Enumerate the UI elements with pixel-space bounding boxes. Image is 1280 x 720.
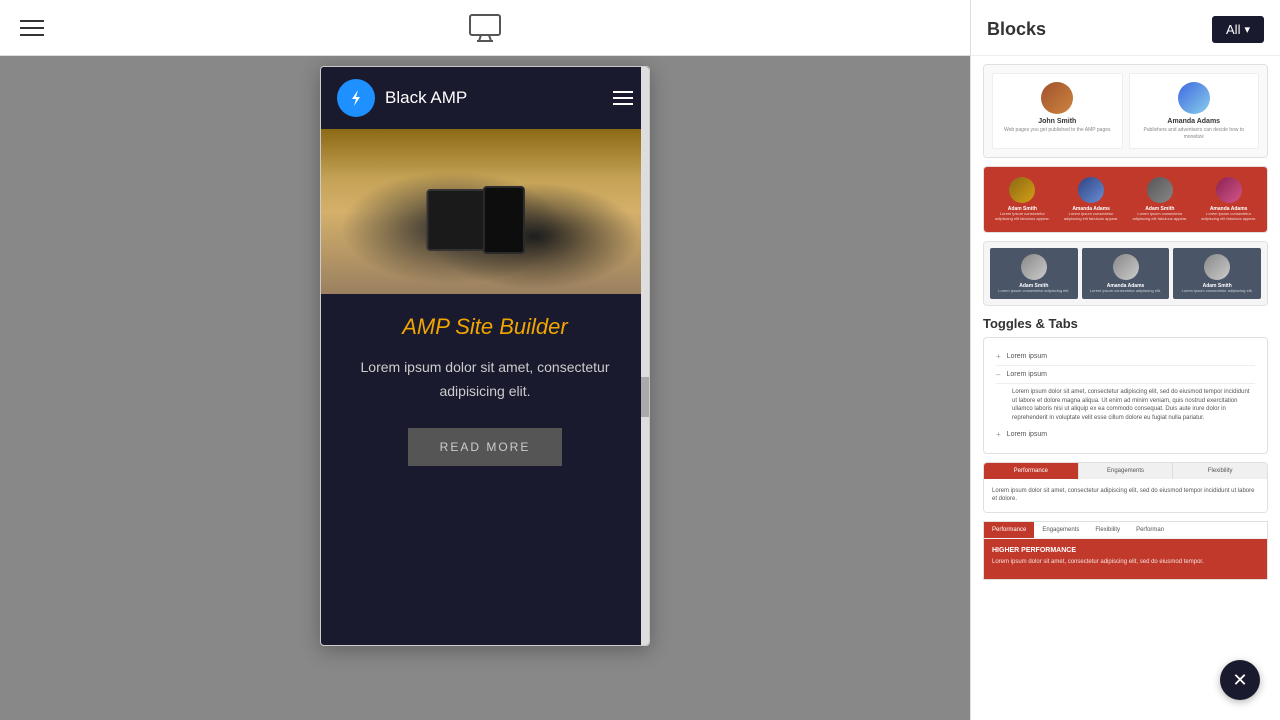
orange-desc-2: Lorem ipsum consectetur adipiscing elit … — [1061, 212, 1122, 222]
close-button[interactable]: ✕ — [1220, 660, 1260, 700]
tab-flexibility[interactable]: Flexibility — [1173, 463, 1267, 479]
toggle-expand-icon-1: + — [996, 352, 1001, 361]
canvas-area: Black AMP AMP Site Builder Lor — [0, 56, 970, 720]
team-orange-4: Amanda Adams Lorem ipsum consectetur adi… — [1196, 173, 1261, 226]
red-tabs-title: HIGHER PERFORMANCE — [992, 547, 1259, 554]
phone-scrollbar-thumb — [641, 377, 649, 417]
toggle-text-1: Lorem ipsum — [1007, 353, 1047, 360]
sidebar-header: Blocks All — [971, 0, 1280, 56]
team-orange-3: Adam Smith Lorem ipsum consectetur adipi… — [1128, 173, 1193, 226]
tab-engagements[interactable]: Engagements — [1079, 463, 1174, 479]
tabs-row: Performance Engagements Flexibility — [984, 463, 1267, 479]
toggle-text-3: Lorem ipsum — [1007, 431, 1047, 438]
red-tab-engagements[interactable]: Engagements — [1034, 522, 1087, 538]
dark-desc-1: Lorem ipsum consectetur adipiscing elit. — [994, 289, 1074, 294]
phone-scrollbar[interactable] — [641, 67, 649, 645]
team-4col-inner: Adam Smith Lorem ipsum consectetur adipi… — [984, 167, 1267, 232]
sidebar: Blocks All John Smith Web pages you get … — [970, 0, 1280, 720]
orange-desc-1: Lorem ipsum consectetur adipiscing elit … — [992, 212, 1053, 222]
team-member-2: Amanda Adams Publishers and advertisers … — [1129, 73, 1260, 149]
toggle-accordion-block[interactable]: + Lorem ipsum – Lorem ipsum Lorem ipsum … — [983, 337, 1268, 454]
toggle-row-3: + Lorem ipsum — [996, 426, 1255, 443]
phone-navbar: Black AMP — [321, 67, 649, 129]
orange-desc-4: Lorem ipsum consectetur adipiscing elit … — [1198, 212, 1259, 222]
team-dark-2: Amanda Adams Lorem ipsum consectetur adi… — [1082, 248, 1170, 300]
toggle-text-2: Lorem ipsum — [1006, 371, 1046, 378]
toggle-expanded-content: Lorem ipsum dolor sit amet, consectetur … — [996, 384, 1255, 426]
tabs-block[interactable]: Performance Engagements Flexibility Lore… — [983, 462, 1268, 513]
dark-avatar-1 — [1021, 254, 1047, 280]
team-2col-inner: John Smith Web pages you get published t… — [984, 65, 1267, 157]
logo-icon — [337, 79, 375, 117]
phone-logo-group: Black AMP — [337, 79, 467, 117]
team-dark-1: Adam Smith Lorem ipsum consectetur adipi… — [990, 248, 1078, 300]
phone-hero-bg — [321, 129, 649, 294]
phone-preview-container: Black AMP AMP Site Builder Lor — [320, 66, 650, 646]
member-name-2: Amanda Adams — [1136, 118, 1253, 125]
red-tab-performance[interactable]: Performance — [984, 522, 1034, 538]
phone-body-text: Lorem ipsum dolor sit amet, consectetur … — [337, 356, 633, 404]
phone-hero-image — [321, 129, 649, 294]
member-avatar-2 — [1178, 82, 1210, 114]
toggle-row-1: + Lorem ipsum — [996, 348, 1255, 366]
top-bar — [0, 0, 970, 56]
team-orange-1: Adam Smith Lorem ipsum consectetur adipi… — [990, 173, 1055, 226]
red-tabs-block[interactable]: Performance Engagements Flexibility Perf… — [983, 521, 1268, 580]
monitor-icon — [469, 12, 501, 44]
toggle-expand-icon-2: – — [996, 370, 1000, 379]
team-member-1: John Smith Web pages you get published t… — [992, 73, 1123, 149]
hamburger-menu[interactable] — [20, 20, 44, 36]
orange-avatar-1 — [1009, 177, 1035, 203]
dark-avatar-3 — [1204, 254, 1230, 280]
dark-desc-2: Lorem ipsum consectetur adipiscing elit. — [1086, 289, 1166, 294]
toggle-expand-icon-3: + — [996, 430, 1001, 439]
member-name-1: John Smith — [999, 118, 1116, 125]
phone-device-shape — [483, 186, 525, 254]
sidebar-scroll-content[interactable]: John Smith Web pages you get published t… — [971, 56, 1280, 720]
red-tab-performance2[interactable]: Performan — [1128, 522, 1172, 538]
sidebar-title: Blocks — [987, 19, 1046, 40]
member-desc-2: Publishers and advertisers can decide ho… — [1136, 127, 1253, 140]
phone-content: AMP Site Builder Lorem ipsum dolor sit a… — [321, 294, 649, 486]
team-4col-block[interactable]: Adam Smith Lorem ipsum consectetur adipi… — [983, 166, 1268, 233]
tab-performance[interactable]: Performance — [984, 463, 1079, 479]
tabs-content-text: Lorem ipsum dolor sit amet, consectetur … — [992, 487, 1259, 504]
team-3col-inner: Adam Smith Lorem ipsum consectetur adipi… — [984, 242, 1267, 306]
team-orange-2: Amanda Adams Lorem ipsum consectetur adi… — [1059, 173, 1124, 226]
team-dark-3: Adam Smith Lorem ipsum consectetur adipi… — [1173, 248, 1261, 300]
phone-nav-title: Black AMP — [385, 88, 467, 108]
orange-avatar-4 — [1216, 177, 1242, 203]
team-2col-block[interactable]: John Smith Web pages you get published t… — [983, 64, 1268, 158]
all-filter-button[interactable]: All — [1212, 16, 1264, 43]
tabs-content-area: Lorem ipsum dolor sit amet, consectetur … — [984, 479, 1267, 512]
red-tabs-content: HIGHER PERFORMANCE Lorem ipsum dolor sit… — [984, 539, 1267, 579]
toggle-row-2: – Lorem ipsum — [996, 366, 1255, 384]
dark-desc-3: Lorem ipsum consectetur adipiscing elit. — [1177, 289, 1257, 294]
red-tabs-row: Performance Engagements Flexibility Perf… — [984, 522, 1267, 539]
team-3col-block[interactable]: Adam Smith Lorem ipsum consectetur adipi… — [983, 241, 1268, 307]
member-desc-1: Web pages you get published to the AMP p… — [999, 127, 1116, 134]
red-tab-flexibility[interactable]: Flexibility — [1087, 522, 1128, 538]
orange-desc-3: Lorem ipsum consectetur adipiscing elit … — [1130, 212, 1191, 222]
dark-avatar-2 — [1113, 254, 1139, 280]
orange-avatar-3 — [1147, 177, 1173, 203]
orange-avatar-2 — [1078, 177, 1104, 203]
phone-frame: Black AMP AMP Site Builder Lor — [320, 66, 650, 646]
red-tabs-body: Lorem ipsum dolor sit amet, consectetur … — [992, 558, 1259, 566]
phone-nav-menu[interactable] — [613, 91, 633, 105]
phone-cta-button[interactable]: READ MORE — [408, 428, 563, 466]
member-avatar-1 — [1041, 82, 1073, 114]
phone-headline: AMP Site Builder — [337, 314, 633, 340]
toggles-tabs-section-label: Toggles & Tabs — [983, 316, 1268, 331]
